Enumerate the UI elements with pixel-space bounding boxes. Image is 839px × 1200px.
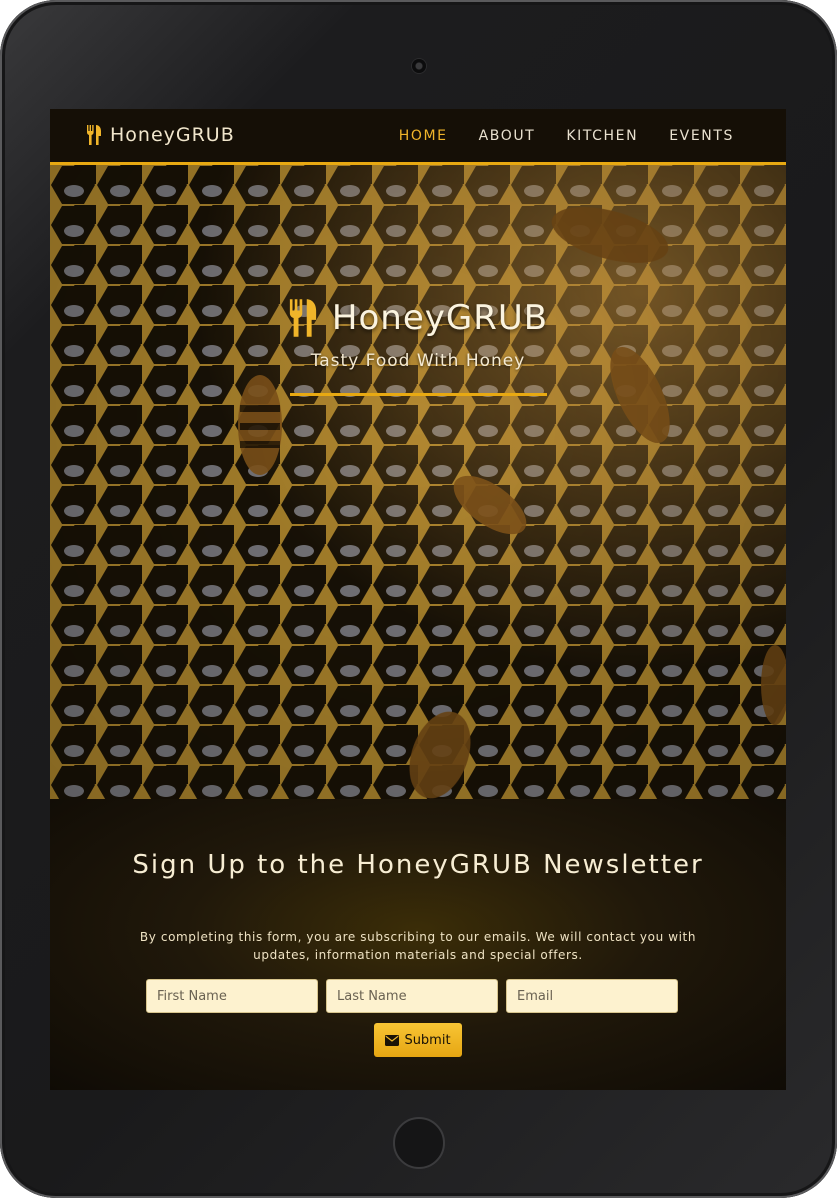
brand-name: HoneyGRUB (110, 124, 235, 146)
hero-section: HoneyGRUB Tasty Food With Honey (50, 165, 786, 799)
hero-subtitle: Tasty Food With Honey (310, 351, 526, 371)
screen: HoneyGRUB Home About Kitchen Events (50, 109, 786, 1090)
newsletter-section: Sign Up to the HoneyGRUB Newsletter By c… (50, 799, 786, 1090)
brand-link[interactable]: HoneyGRUB (86, 124, 235, 146)
hero-title-text: HoneyGRUB (331, 298, 549, 338)
utensils-icon (87, 125, 101, 145)
navbar: HoneyGRUB Home About Kitchen Events (50, 109, 786, 165)
newsletter-title: Sign Up to the HoneyGRUB Newsletter (132, 850, 704, 880)
first-name-field[interactable] (146, 979, 318, 1013)
nav-item-kitchen[interactable]: Kitchen (566, 128, 638, 144)
utensils-icon (289, 299, 317, 337)
envelope-icon (385, 1034, 400, 1046)
home-button[interactable] (393, 1117, 445, 1169)
nav-item-about[interactable]: About (479, 128, 536, 144)
nav-item-home[interactable]: Home (399, 128, 448, 144)
submit-label: Submit (404, 1032, 451, 1048)
hero-divider (290, 393, 547, 396)
submit-button[interactable]: Submit (374, 1023, 462, 1057)
tablet-frame: HoneyGRUB Home About Kitchen Events (0, 0, 837, 1198)
newsletter-form (146, 979, 678, 1013)
hero-title: HoneyGRUB (50, 298, 786, 338)
nav-item-events[interactable]: Events (669, 128, 734, 144)
email-field[interactable] (506, 979, 678, 1013)
hero-overlay (50, 165, 786, 799)
camera-icon (412, 59, 426, 73)
nav-links: Home About Kitchen Events (399, 128, 734, 144)
newsletter-description: By completing this form, you are subscri… (139, 930, 697, 962)
last-name-field[interactable] (326, 979, 498, 1013)
